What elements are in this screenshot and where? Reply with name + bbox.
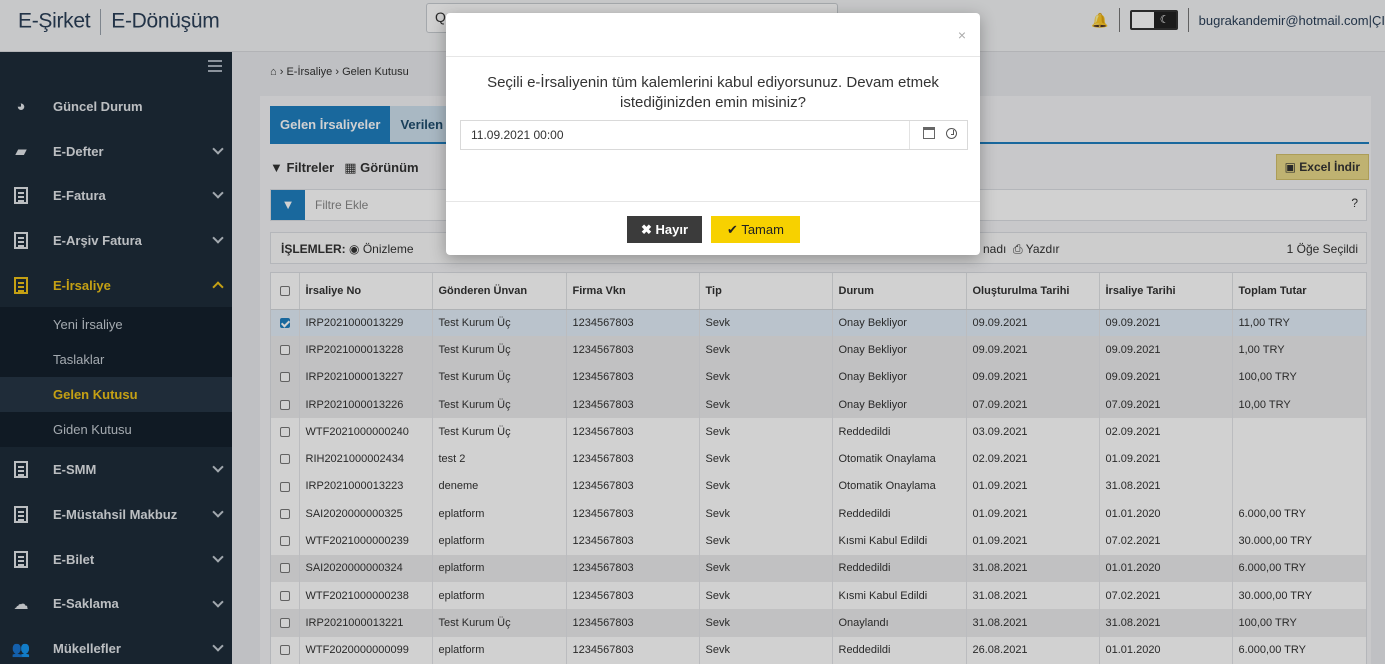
calendar-icon[interactable] xyxy=(923,127,935,139)
confirm-dialog: × Seçili e-İrsaliyenin tüm kalemlerini k… xyxy=(446,13,980,255)
datetime-picker xyxy=(460,120,968,150)
check-icon: ✔ xyxy=(727,222,738,237)
ok-button[interactable]: ✔ Tamam xyxy=(711,216,800,243)
dialog-message: Seçili e-İrsaliyenin tüm kalemlerini kab… xyxy=(487,74,939,111)
datetime-input[interactable] xyxy=(461,121,919,149)
close-icon[interactable]: × xyxy=(958,27,966,43)
dialog-footer: ✖ Hayır ✔ Tamam xyxy=(446,201,980,255)
no-button[interactable]: ✖ Hayır xyxy=(627,216,702,243)
close-icon: ✖ xyxy=(640,222,652,237)
clock-icon[interactable] xyxy=(946,128,957,139)
